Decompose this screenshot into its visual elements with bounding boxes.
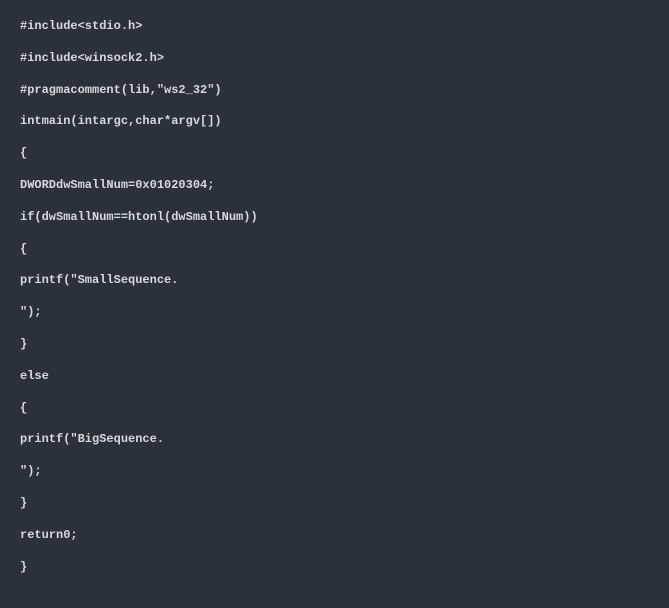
code-line: #include<stdio.h> xyxy=(20,18,649,35)
code-line: printf("BigSequence. xyxy=(20,431,649,448)
code-line: else xyxy=(20,368,649,385)
code-line: #pragmacomment(lib,"ws2_32") xyxy=(20,82,649,99)
code-line: } xyxy=(20,336,649,353)
code-line: #include<winsock2.h> xyxy=(20,50,649,67)
code-line: if(dwSmallNum==htonl(dwSmallNum)) xyxy=(20,209,649,226)
code-line: { xyxy=(20,241,649,258)
code-line: return0; xyxy=(20,527,649,544)
code-line: } xyxy=(20,495,649,512)
code-block: #include<stdio.h> #include<winsock2.h> #… xyxy=(20,18,649,575)
code-line: intmain(intargc,char*argv[]) xyxy=(20,113,649,130)
code-line: "); xyxy=(20,304,649,321)
code-line: DWORDdwSmallNum=0x01020304; xyxy=(20,177,649,194)
code-line: { xyxy=(20,145,649,162)
code-line: printf("SmallSequence. xyxy=(20,272,649,289)
code-line: } xyxy=(20,559,649,576)
code-line: "); xyxy=(20,463,649,480)
code-line: { xyxy=(20,400,649,417)
